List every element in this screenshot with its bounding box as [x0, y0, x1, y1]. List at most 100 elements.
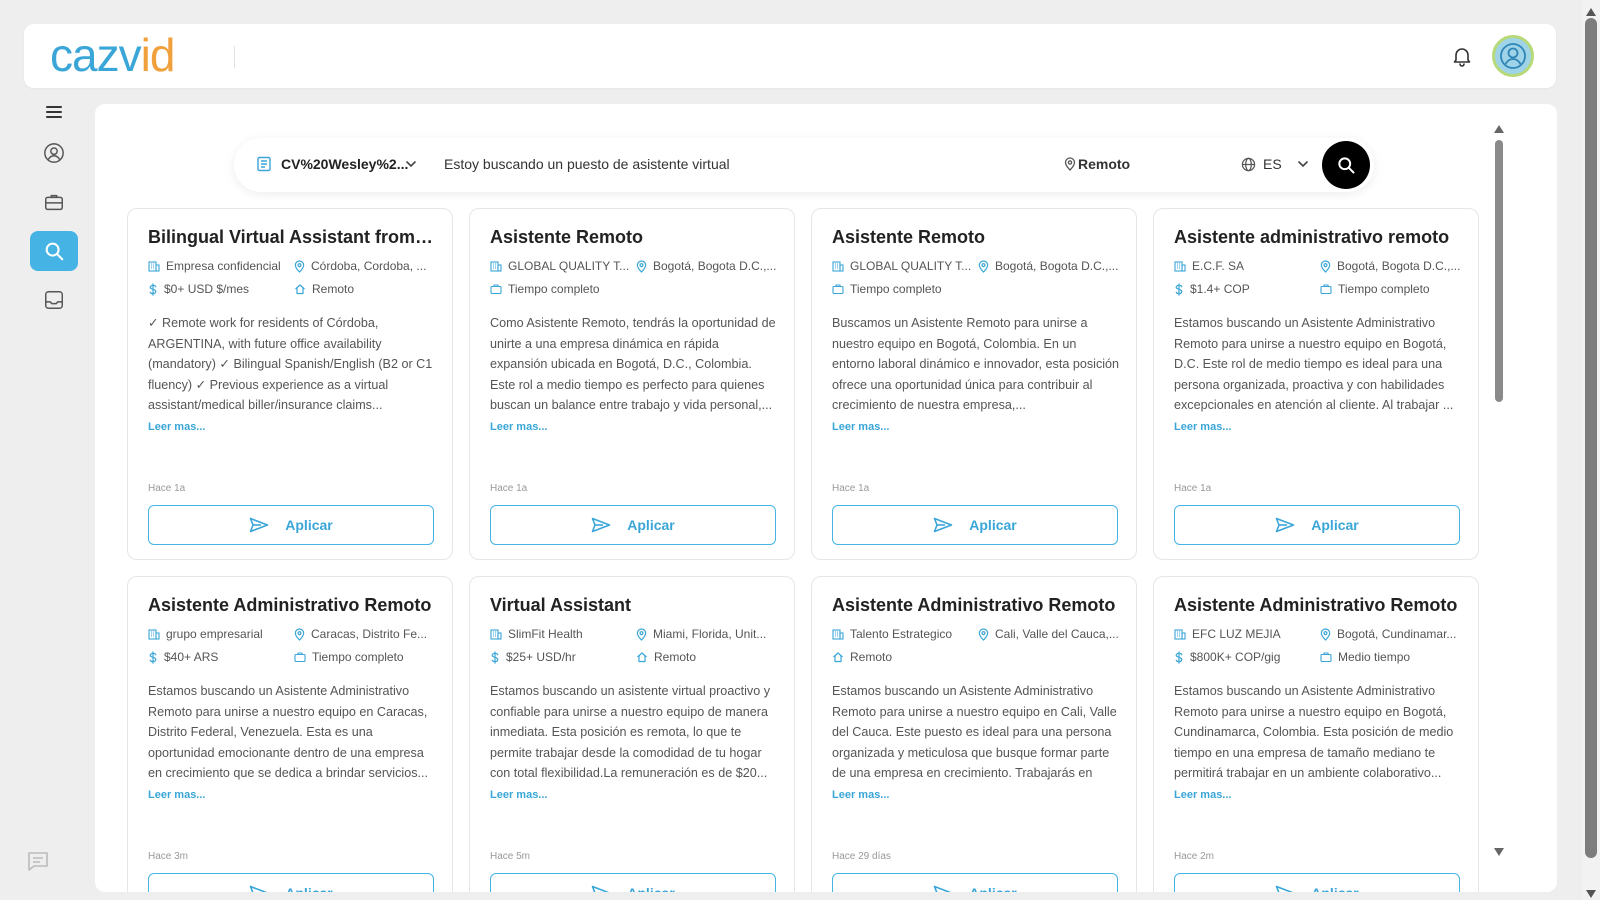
job-salary: $1.4+ COP — [1174, 282, 1314, 296]
job-description: Estamos buscando un asistente virtual pr… — [490, 684, 771, 781]
search-icon — [1338, 157, 1355, 174]
logo-divider — [234, 46, 235, 68]
apply-button[interactable]: Aplicar — [1174, 505, 1460, 545]
job-description: Estamos buscando un Asistente Administra… — [1174, 684, 1454, 781]
home-icon — [294, 283, 312, 295]
briefcase-icon — [490, 283, 508, 295]
document-icon — [256, 156, 272, 177]
job-card[interactable]: Asistente administrativo remoto E.C.F. SA… — [1153, 208, 1479, 560]
search-nav-icon[interactable] — [30, 231, 78, 271]
main-panel: CV%20Wesley%2... Estoy buscando un puest… — [95, 104, 1557, 892]
job-card[interactable]: Asistente Administrativo Remoto EFC LUZ M… — [1153, 576, 1479, 892]
apply-button[interactable]: Aplicar — [148, 873, 434, 892]
location-pin-icon — [1320, 259, 1337, 273]
apply-button[interactable]: Aplicar — [832, 505, 1118, 545]
search-input[interactable]: Estoy buscando un puesto de asistente vi… — [444, 156, 730, 172]
avatar[interactable] — [1492, 35, 1534, 77]
building-icon — [490, 628, 508, 640]
job-type: Remoto — [636, 650, 782, 664]
apply-button[interactable]: Aplicar — [1174, 873, 1460, 892]
job-title[interactable]: Asistente administrativo remoto — [1174, 227, 1464, 248]
read-more-link[interactable]: Leer mas... — [1174, 789, 1231, 801]
chat-icon[interactable] — [26, 850, 50, 872]
job-card[interactable]: Asistente Remoto GLOBAL QUALITY T... Bogot… — [811, 208, 1137, 560]
job-salary: $25+ USD/hr — [490, 650, 630, 664]
company-name: GLOBAL QUALITY T... — [490, 259, 630, 273]
search-button[interactable] — [1322, 141, 1370, 189]
location-pin-icon — [978, 259, 995, 273]
scroll-up-arrow[interactable] — [1493, 121, 1505, 139]
building-icon — [1174, 628, 1192, 640]
read-more-link[interactable]: Leer mas... — [832, 421, 889, 433]
job-description: Buscamos un Asistente Remoto para unirse… — [832, 316, 1120, 413]
profile-icon[interactable] — [30, 133, 78, 173]
building-icon — [148, 628, 166, 640]
job-type: Tiempo completo — [832, 282, 1032, 296]
job-title[interactable]: Asistente Remoto — [832, 227, 1122, 248]
building-icon — [832, 260, 850, 272]
apply-button[interactable]: Aplicar — [148, 505, 434, 545]
dollar-icon — [1174, 282, 1190, 296]
inbox-icon[interactable] — [30, 280, 78, 320]
scrollbar-thumb[interactable] — [1495, 140, 1503, 402]
read-more-link[interactable]: Leer mas... — [148, 421, 205, 433]
job-card[interactable]: Asistente Remoto GLOBAL QUALITY T... Bogot… — [469, 208, 795, 560]
read-more-link[interactable]: Leer mas... — [832, 789, 889, 801]
job-salary: $40+ ARS — [148, 650, 288, 664]
apply-button[interactable]: Aplicar — [490, 505, 776, 545]
job-card[interactable]: Bilingual Virtual Assistant from Co... Em… — [127, 208, 453, 560]
job-salary: $800K+ COP/gig — [1174, 650, 1314, 664]
menu-icon[interactable] — [30, 92, 78, 132]
send-icon — [249, 517, 277, 533]
location-pin-icon — [294, 627, 311, 641]
briefcase-icon[interactable] — [30, 182, 78, 222]
dollar-icon — [148, 282, 164, 296]
location-pin-icon — [1320, 627, 1337, 641]
search-bar: CV%20Wesley%2... Estoy buscando un puest… — [234, 138, 1374, 192]
language-selector[interactable]: ES — [1263, 156, 1282, 172]
chevron-down-icon[interactable] — [404, 157, 418, 176]
scrollbar-thumb[interactable] — [1585, 18, 1597, 858]
location-pin-icon — [636, 627, 653, 641]
apply-button[interactable]: Aplicar — [832, 873, 1118, 892]
page-scrollbar[interactable] — [1582, 0, 1600, 900]
job-location: Bogotá, Bogota D.C.,... — [636, 259, 782, 273]
job-location: Bogotá, Bogota D.C.,... — [978, 259, 1124, 273]
company-name: grupo empresarial — [148, 627, 288, 641]
bell-icon[interactable] — [1450, 44, 1474, 68]
company-name: Empresa confidencial — [148, 259, 288, 273]
scroll-down-arrow[interactable] — [1586, 885, 1596, 900]
location-pin-icon — [294, 259, 311, 273]
job-card[interactable]: Asistente Administrativo Remoto grupo emp… — [127, 576, 453, 892]
dollar-icon — [148, 650, 164, 664]
cv-selector[interactable]: CV%20Wesley%2... — [281, 156, 408, 172]
briefcase-icon — [294, 651, 312, 663]
job-title[interactable]: Asistente Administrativo Remoto — [832, 595, 1122, 616]
read-more-link[interactable]: Leer mas... — [490, 421, 547, 433]
chevron-down-icon[interactable] — [1296, 157, 1310, 176]
job-card[interactable]: Asistente Administrativo Remoto Talento E… — [811, 576, 1137, 892]
job-title[interactable]: Virtual Assistant — [490, 595, 780, 616]
job-description: Estamos buscando un Asistente Administra… — [148, 684, 429, 781]
location-field[interactable]: Remoto — [1078, 156, 1130, 172]
apply-button[interactable]: Aplicar — [490, 873, 776, 892]
cazvid-logo[interactable]: cazvid — [50, 32, 175, 78]
job-location: Bogotá, Bogota D.C.,... — [1320, 259, 1466, 273]
dollar-icon — [490, 650, 506, 664]
scroll-down-arrow[interactable] — [1493, 844, 1505, 862]
job-type: Tiempo completo — [1320, 282, 1466, 296]
read-more-link[interactable]: Leer mas... — [148, 789, 205, 801]
company-name: SlimFit Health — [490, 627, 630, 641]
job-type: Remoto — [832, 650, 1032, 664]
job-title[interactable]: Asistente Administrativo Remoto — [148, 595, 438, 616]
job-title[interactable]: Asistente Administrativo Remoto — [1174, 595, 1464, 616]
job-title[interactable]: Bilingual Virtual Assistant from Co... — [148, 227, 438, 248]
company-name: EFC LUZ MEJIA — [1174, 627, 1314, 641]
send-icon — [1275, 885, 1303, 892]
company-name: E.C.F. SA — [1174, 259, 1314, 273]
job-title[interactable]: Asistente Remoto — [490, 227, 780, 248]
read-more-link[interactable]: Leer mas... — [1174, 421, 1231, 433]
job-card[interactable]: Virtual Assistant SlimFit Health Miami, Fl… — [469, 576, 795, 892]
company-name: Talento Estrategico — [832, 627, 972, 641]
read-more-link[interactable]: Leer mas... — [490, 789, 547, 801]
